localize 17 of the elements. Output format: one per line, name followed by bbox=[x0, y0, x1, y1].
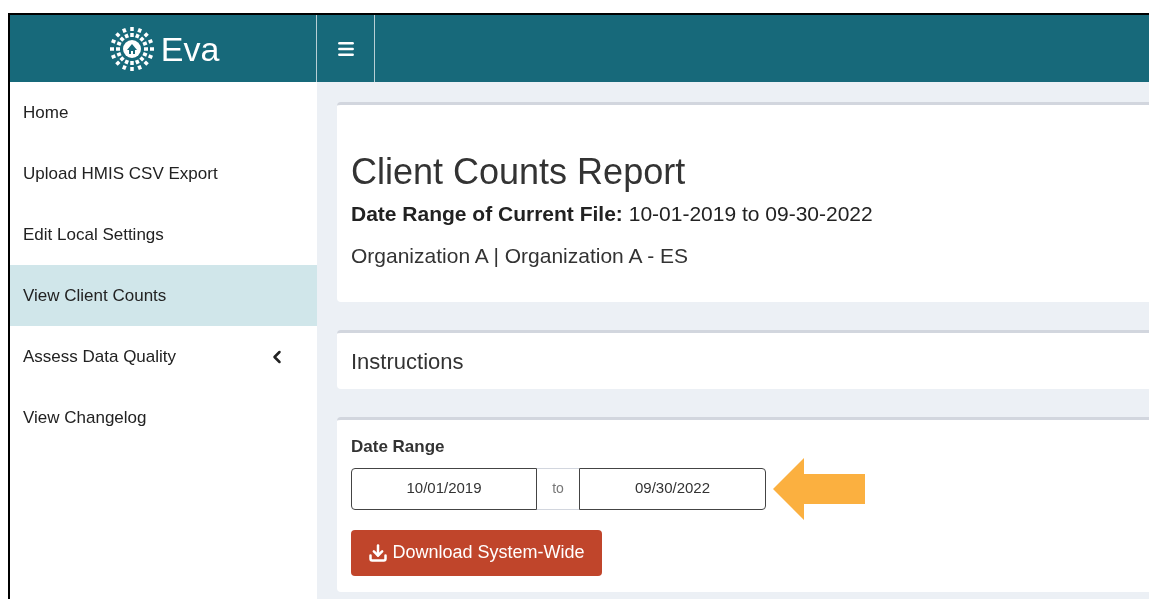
sidebar-item[interactable]: View Client Counts bbox=[10, 265, 317, 326]
sidebar-item[interactable]: View Changelog bbox=[10, 387, 317, 448]
download-icon bbox=[368, 542, 389, 563]
date-range-text: Date Range of Current File: 10-01-2019 to 09-30-2022 bbox=[351, 201, 874, 227]
sidebar-item[interactable]: Edit Local Settings bbox=[10, 204, 317, 265]
sidebar-item[interactable]: Home bbox=[10, 82, 317, 143]
end-date-field[interactable]: 09/30/2022 bbox=[579, 467, 766, 510]
start-date-field[interactable]: 10/01/2019 bbox=[351, 467, 537, 510]
download-button[interactable]: Download System-Wide bbox=[351, 529, 602, 576]
organization-text: Organization A | Organization A - ES bbox=[351, 242, 689, 269]
date-range-label: Date Range bbox=[351, 436, 446, 458]
sidebar-item[interactable]: Upload HMIS CSV Export bbox=[10, 143, 317, 204]
range-separator: to bbox=[537, 467, 579, 510]
sidebar-item[interactable]: Assess Data Quality bbox=[10, 326, 317, 387]
report-title: Client Counts Report bbox=[351, 150, 687, 194]
brand-name: Eva bbox=[160, 31, 220, 66]
instructions-title[interactable]: Instructions bbox=[351, 344, 464, 378]
